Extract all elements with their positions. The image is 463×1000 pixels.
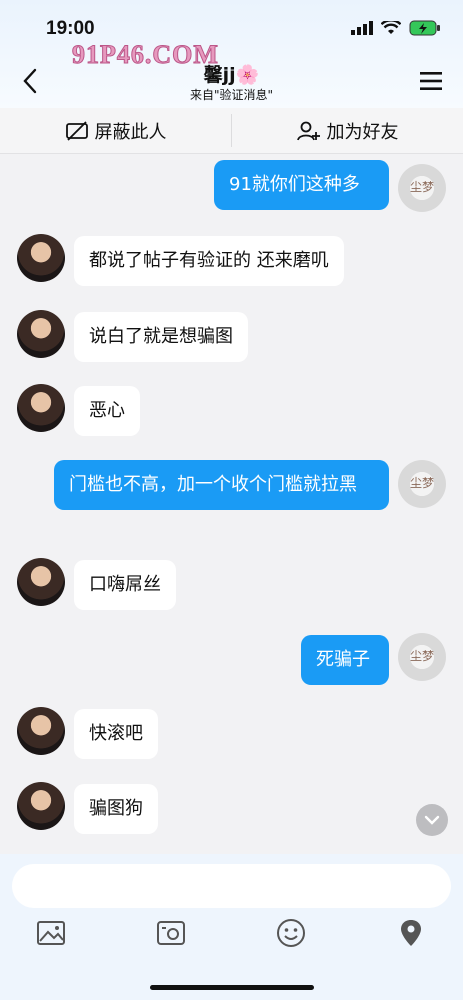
contact-avatar[interactable] xyxy=(17,384,65,432)
message-bubble-received[interactable]: 快滚吧 xyxy=(74,709,158,759)
message-bubble-received[interactable]: 都说了帖子有验证的 还来磨叽 xyxy=(74,236,344,286)
location-button[interactable] xyxy=(394,916,428,950)
block-user-label: 屏蔽此人 xyxy=(94,121,167,143)
status-icons xyxy=(351,20,441,36)
message-input[interactable] xyxy=(12,864,451,908)
image-button[interactable] xyxy=(34,916,68,950)
add-user-icon xyxy=(296,121,320,140)
scroll-to-bottom-button[interactable] xyxy=(416,804,448,836)
message-bubble-received[interactable]: 骗图狗 xyxy=(74,784,158,834)
emoji-icon xyxy=(277,919,305,947)
chat-title: 馨jj🌸 xyxy=(203,64,260,86)
add-friend-label: 加为好友 xyxy=(326,121,399,143)
my-avatar[interactable]: 尘梦 xyxy=(398,164,446,212)
contact-avatar[interactable] xyxy=(17,310,65,358)
battery-charging-icon xyxy=(409,20,440,36)
image-icon xyxy=(37,921,65,945)
message-bubble-sent[interactable]: 门槛也不高，加一个收个门槛就拉黑 xyxy=(54,460,389,510)
message-bubble-sent[interactable]: 死骗子 xyxy=(301,635,389,685)
chevron-down-icon xyxy=(424,815,440,825)
menu-button[interactable] xyxy=(419,70,443,92)
contact-avatar[interactable] xyxy=(17,707,65,755)
contact-avatar[interactable] xyxy=(17,234,65,282)
message-bubble-sent[interactable]: 91就你们这种多 xyxy=(214,160,389,210)
video-button[interactable] xyxy=(154,916,188,950)
cellular-signal-icon xyxy=(351,21,373,35)
hamburger-menu-icon xyxy=(420,72,442,90)
message-list[interactable]: 91就你们这种多 尘梦 都说了帖子有验证的 还来磨叽 说白了就是想骗图 恶心 门… xyxy=(0,154,463,854)
message-bubble-received[interactable]: 恶心 xyxy=(74,386,140,436)
chat-actions-bar: 屏蔽此人 加为好友 xyxy=(0,108,463,154)
video-icon xyxy=(157,921,185,945)
home-indicator xyxy=(150,985,314,990)
composer-toolbar xyxy=(0,916,463,952)
message-bubble-received[interactable]: 说白了就是想骗图 xyxy=(74,312,248,362)
my-avatar[interactable]: 尘梦 xyxy=(398,460,446,508)
chat-subtitle: 来自"验证消息" xyxy=(189,88,274,102)
composer xyxy=(0,854,463,1000)
my-avatar[interactable]: 尘梦 xyxy=(398,633,446,681)
block-icon xyxy=(65,120,88,141)
chat-header: 19:00 91P46.COM 馨jj🌸 来自"验证消息" xyxy=(0,0,463,108)
status-time: 19:00 xyxy=(46,18,95,39)
wifi-icon xyxy=(381,21,401,34)
emoji-button[interactable] xyxy=(274,916,308,950)
contact-avatar[interactable] xyxy=(17,558,65,606)
location-icon xyxy=(401,920,421,946)
block-user-button[interactable]: 屏蔽此人 xyxy=(0,108,231,153)
add-friend-button[interactable]: 加为好友 xyxy=(232,108,463,153)
message-bubble-received[interactable]: 口嗨屌丝 xyxy=(74,560,176,610)
contact-avatar[interactable] xyxy=(17,782,65,830)
